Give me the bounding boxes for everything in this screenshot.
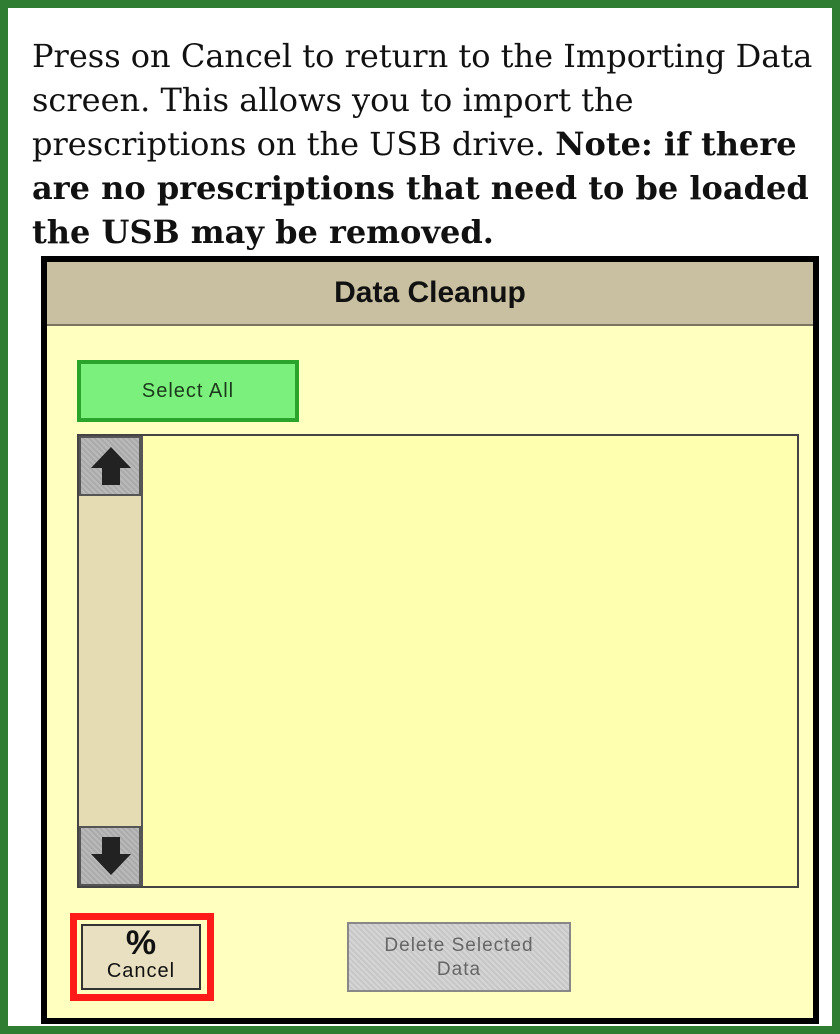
cancel-percent-icon: %: [125, 924, 157, 962]
arrow-up-icon: [91, 447, 131, 485]
instruction-frame: Press on Cancel to return to the Importi…: [0, 0, 840, 1034]
cancel-label: Cancel: [106, 960, 176, 982]
data-list[interactable]: [77, 434, 799, 888]
dialog-title: Data Cleanup: [47, 262, 813, 326]
arrow-down-icon: [91, 837, 131, 875]
scroll-up-button[interactable]: [79, 436, 141, 496]
select-all-button[interactable]: Select All: [77, 360, 299, 422]
delete-label-line2: Data: [436, 959, 482, 980]
delete-label-line1: Delete Selected: [384, 935, 534, 956]
delete-selected-data-button[interactable]: Delete Selected Data: [347, 922, 571, 992]
list-scrollbar[interactable]: [79, 436, 143, 886]
scroll-down-button[interactable]: [79, 826, 141, 886]
cancel-button[interactable]: % Cancel: [81, 924, 201, 990]
data-cleanup-dialog: Data Cleanup Select All % Cancel Delete …: [41, 256, 819, 1024]
instruction-text: Press on Cancel to return to the Importi…: [32, 34, 832, 254]
